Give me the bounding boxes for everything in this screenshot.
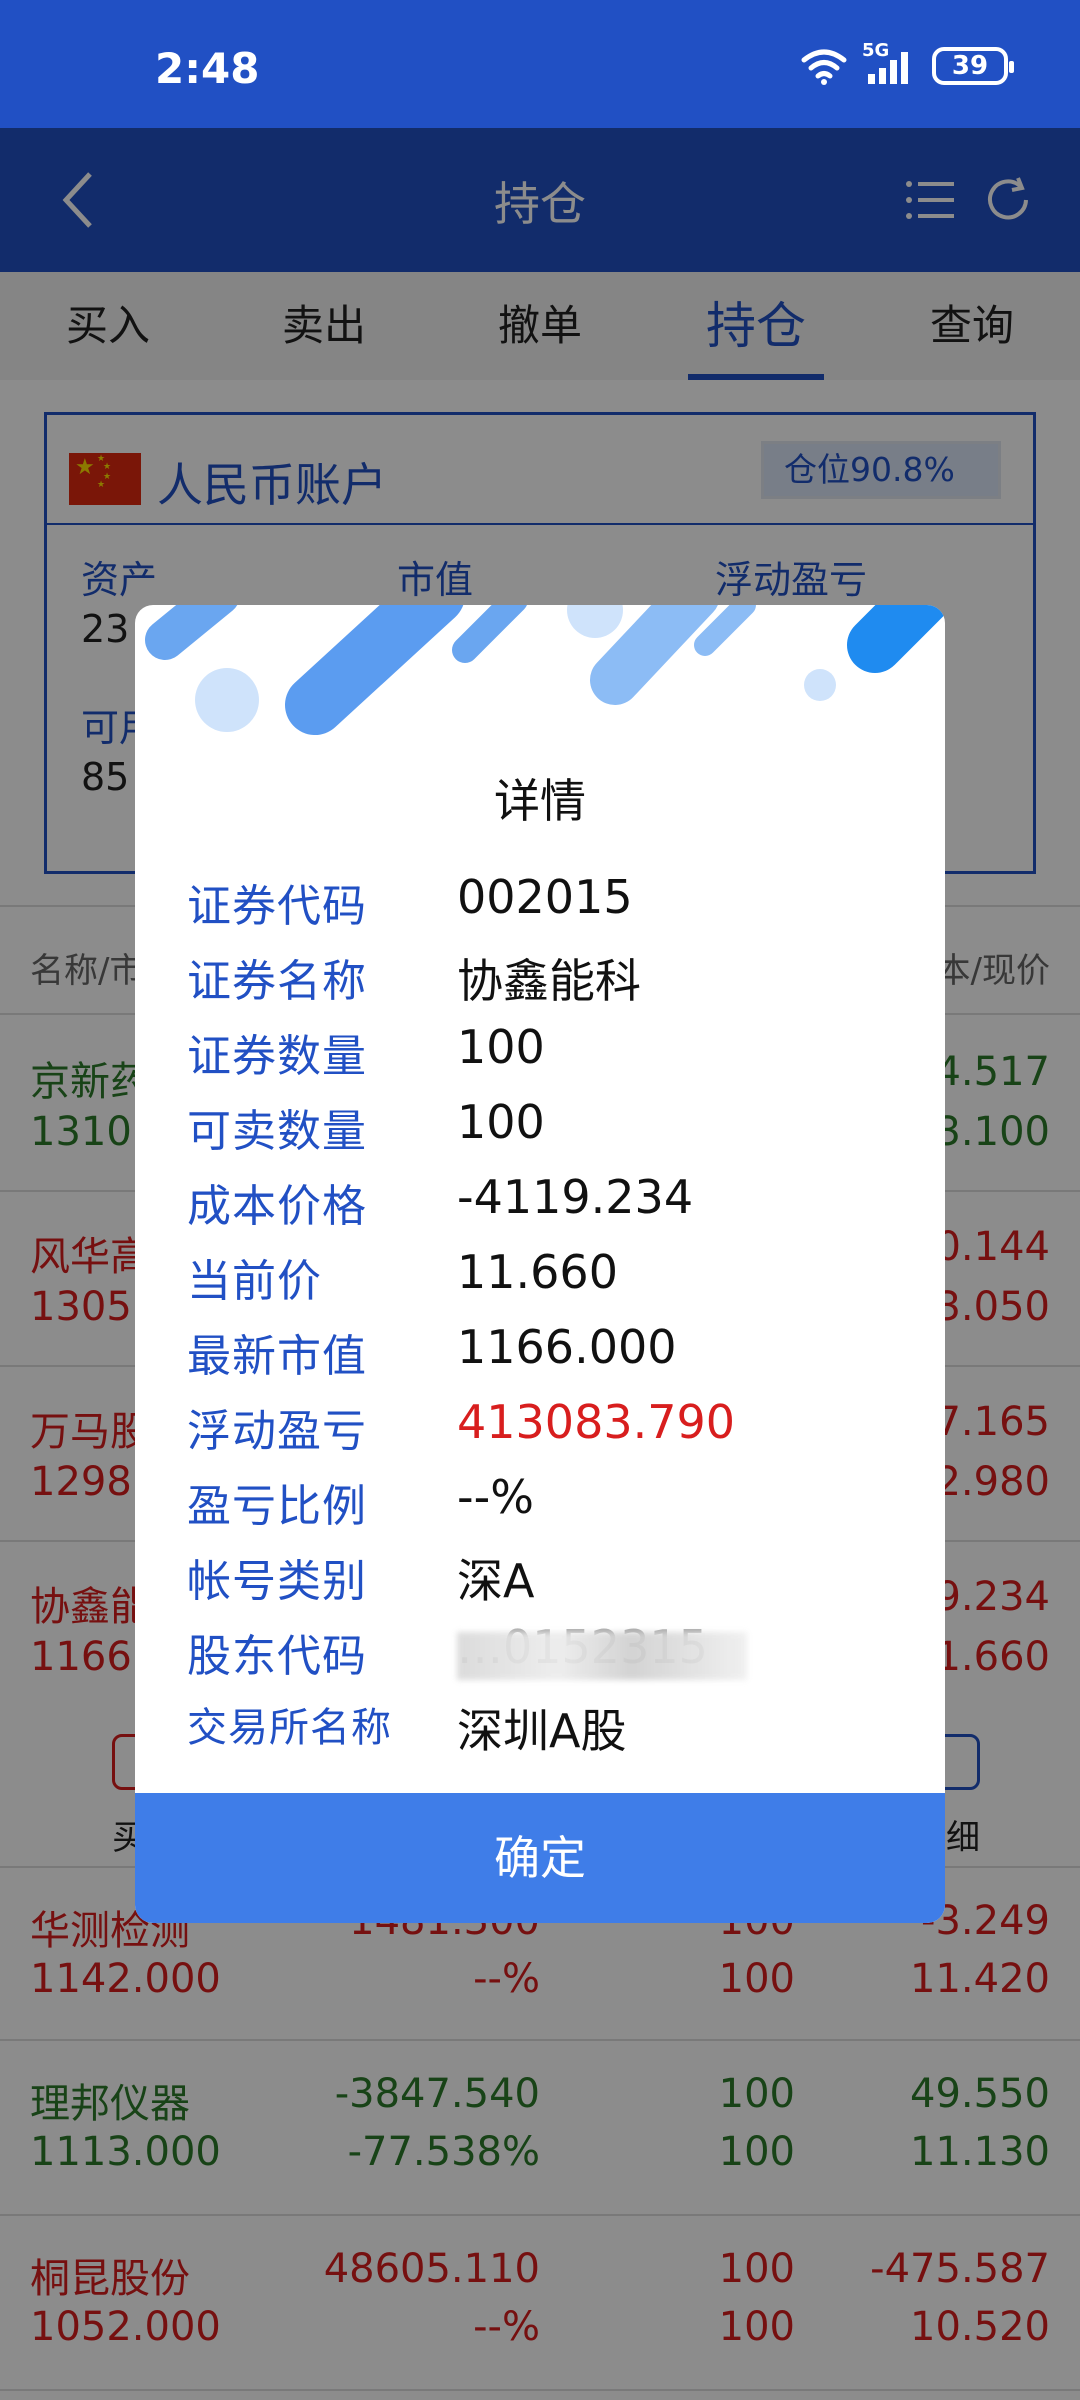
cellular-signal-icon: 5G	[862, 40, 918, 86]
detail-row: 当前价 11.660	[187, 1245, 887, 1320]
detail-label: 证券代码	[187, 881, 367, 932]
battery-level: 39	[951, 51, 989, 81]
detail-row: 股东代码 …0152315	[187, 1620, 887, 1695]
detail-value: -4119.234	[457, 1170, 694, 1224]
detail-value: 1166.000	[457, 1320, 677, 1374]
decorative-header-graphic	[145, 605, 945, 735]
detail-label: 帐号类别	[187, 1556, 367, 1607]
detail-dialog: 详情 证券代码 002015 证券名称 协鑫能科 证券数量 100 可卖数量 1…	[135, 605, 945, 1923]
detail-value: 深A	[457, 1554, 535, 1608]
dialog-title: 详情	[494, 774, 586, 828]
detail-value: --%	[457, 1470, 534, 1524]
status-icons: 5G 39	[800, 40, 1014, 86]
detail-row: 证券代码 002015	[187, 870, 887, 945]
redaction-blur	[457, 1632, 747, 1680]
detail-value: 002015	[457, 870, 633, 924]
detail-value: 413083.790	[457, 1395, 736, 1449]
detail-row: 可卖数量 100	[187, 1095, 887, 1170]
wifi-icon	[801, 49, 847, 85]
detail-value: 100	[457, 1020, 545, 1074]
battery-icon: 39	[932, 47, 1014, 85]
detail-row: 证券名称 协鑫能科	[187, 945, 887, 1020]
detail-label: 最新市值	[187, 1331, 367, 1382]
detail-value: 深圳A股	[457, 1704, 627, 1758]
confirm-button[interactable]: 确定	[135, 1793, 945, 1923]
detail-label: 成本价格	[187, 1181, 367, 1232]
status-time: 2:48	[155, 44, 260, 93]
detail-label: 当前价	[187, 1256, 322, 1307]
detail-label: 盈亏比例	[187, 1481, 367, 1532]
detail-row: 盈亏比例 --%	[187, 1470, 887, 1545]
detail-row: 帐号类别 深A	[187, 1545, 887, 1620]
detail-label: 证券名称	[187, 956, 367, 1007]
status-bar: 2:48 5G 39	[0, 0, 1080, 128]
detail-row: 浮动盈亏 413083.790	[187, 1395, 887, 1470]
detail-value: 11.660	[457, 1245, 618, 1299]
detail-label: 可卖数量	[187, 1106, 367, 1157]
detail-label: 交易所名称	[187, 1705, 392, 1751]
detail-value: 协鑫能科	[457, 954, 641, 1008]
detail-value: 100	[457, 1095, 545, 1149]
detail-row: 最新市值 1166.000	[187, 1320, 887, 1395]
detail-label: 证券数量	[187, 1031, 367, 1082]
detail-row: 证券数量 100	[187, 1020, 887, 1095]
detail-row: 成本价格 -4119.234	[187, 1170, 887, 1245]
detail-label: 股东代码	[187, 1631, 367, 1682]
shareholder-code-value: …0152315	[457, 1620, 747, 1690]
detail-row: 交易所名称 深圳A股	[187, 1695, 887, 1770]
detail-label: 浮动盈亏	[187, 1406, 367, 1457]
